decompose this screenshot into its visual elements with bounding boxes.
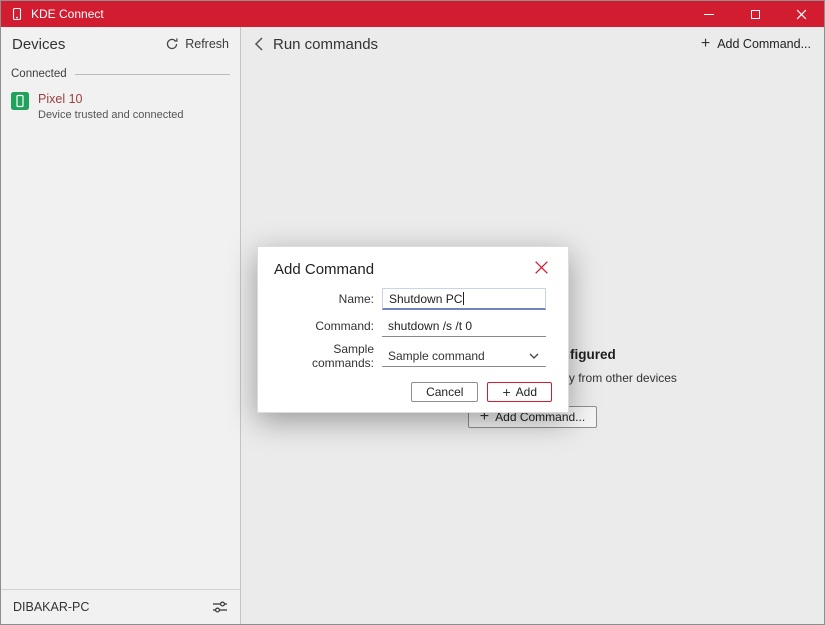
maximize-button[interactable] [732, 1, 778, 27]
device-text: Pixel 10 Device trusted and connected [38, 92, 184, 121]
command-input[interactable]: shutdown /s /t 0 [382, 315, 546, 337]
sidebar-title: Devices [12, 36, 65, 53]
minimize-icon [704, 14, 714, 15]
device-list-item[interactable]: Pixel 10 Device trusted and connected [1, 85, 240, 128]
sidebar-header: Devices Refresh [1, 27, 240, 61]
page-title: Run commands [273, 36, 378, 53]
close-icon [796, 9, 807, 20]
window-controls [686, 1, 824, 27]
chevron-down-icon [529, 353, 539, 359]
close-button[interactable] [778, 1, 824, 27]
back-chevron-icon [254, 36, 264, 52]
device-name: Pixel 10 [38, 92, 184, 106]
dialog-form: Name: Shutdown PC Command: shutdown /s /… [274, 288, 552, 370]
plus-icon: + [701, 38, 710, 50]
text-cursor [463, 292, 464, 305]
name-input[interactable]: Shutdown PC [382, 288, 546, 310]
smartphone-icon [11, 92, 29, 110]
window-title: KDE Connect [31, 7, 104, 21]
minimize-button[interactable] [686, 1, 732, 27]
refresh-button[interactable]: Refresh [165, 37, 229, 51]
dialog-footer: Cancel + Add [274, 382, 552, 402]
plus-icon: + [502, 386, 510, 398]
device-settings-button[interactable] [212, 599, 228, 615]
dialog-close-button[interactable] [531, 257, 552, 278]
add-button[interactable]: + Add [487, 382, 552, 402]
sliders-icon [212, 599, 228, 615]
add-command-toolbar-button[interactable]: + Add Command... [701, 37, 811, 51]
devices-sidebar: Devices Refresh Connected [1, 27, 241, 624]
connected-label: Connected [11, 68, 67, 80]
cancel-label: Cancel [426, 385, 463, 399]
command-input-value: shutdown /s /t 0 [388, 319, 472, 333]
section-divider [75, 74, 230, 75]
connected-section-header: Connected [1, 61, 240, 85]
dialog-header: Add Command [274, 257, 552, 278]
close-icon [533, 259, 550, 276]
cancel-button[interactable]: Cancel [411, 382, 478, 402]
dialog-title: Add Command [274, 257, 374, 278]
kde-connect-app-icon [10, 7, 24, 21]
command-label: Command: [274, 319, 374, 333]
add-command-dialog: Add Command Name: Shutdown PC Command: s… [257, 246, 569, 413]
add-command-label: Add Command... [717, 37, 811, 51]
sample-commands-value: Sample command [388, 349, 485, 363]
device-status: Device trusted and connected [38, 109, 184, 121]
sample-commands-dropdown[interactable]: Sample command [382, 345, 546, 367]
titlebar: KDE Connect [1, 1, 824, 27]
refresh-icon [165, 37, 179, 51]
sidebar-footer: DIBAKAR-PC [1, 589, 240, 624]
back-button[interactable] [254, 36, 264, 52]
add-label: Add [516, 385, 537, 399]
computer-name: DIBAKAR-PC [13, 600, 89, 614]
refresh-label: Refresh [185, 37, 229, 51]
name-input-value: Shutdown PC [389, 292, 462, 306]
main-header: Run commands + Add Command... [241, 27, 824, 61]
maximize-icon [751, 10, 760, 19]
sample-commands-label: Sample commands: [274, 342, 374, 370]
kde-connect-window: KDE Connect Devices [0, 0, 825, 625]
name-label: Name: [274, 292, 374, 306]
